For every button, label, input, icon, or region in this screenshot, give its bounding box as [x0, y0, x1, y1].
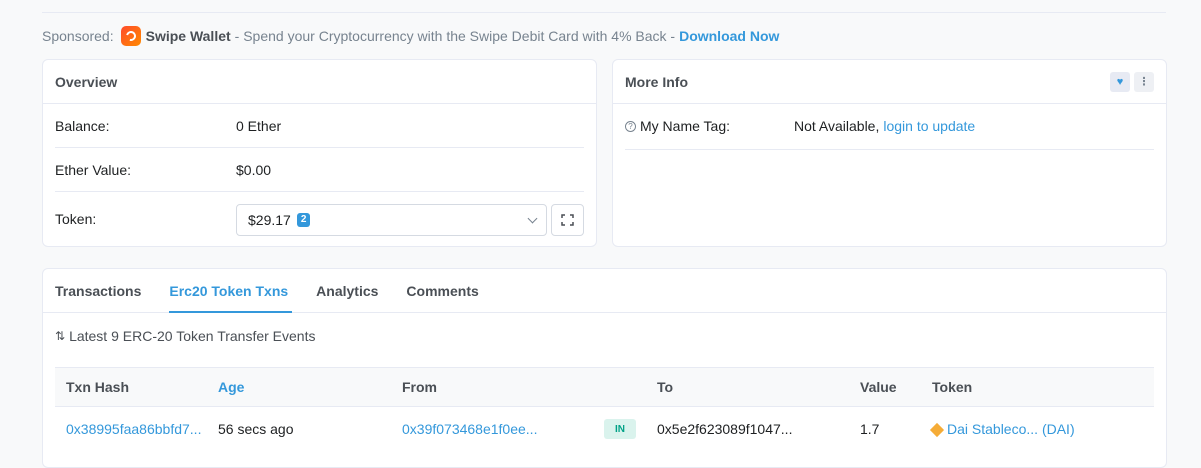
- more-info-header: More Info ♥ ⋮: [613, 60, 1166, 104]
- expand-button[interactable]: [551, 204, 584, 236]
- token-value: $29.17: [248, 212, 291, 228]
- ether-value-row: Ether Value: $0.00: [55, 162, 584, 178]
- balance-value: 0 Ether: [236, 118, 282, 134]
- token-link[interactable]: Dai Stableco... (DAI): [929, 421, 1075, 438]
- divider: [625, 149, 1154, 150]
- tab-analytics[interactable]: Analytics: [304, 269, 394, 312]
- divider: [55, 191, 584, 192]
- col-from: From: [402, 379, 437, 395]
- sponsored-label: Sponsored:: [42, 28, 114, 44]
- overview-card: Overview Balance: 0 Ether Ether Value: $…: [42, 59, 597, 247]
- balance-row: Balance: 0 Ether: [55, 118, 584, 134]
- login-to-update-link[interactable]: login to update: [883, 118, 975, 134]
- age-cell: 56 secs ago: [218, 421, 294, 437]
- from-address-link[interactable]: 0x39f073468e1f0ee...: [402, 421, 537, 437]
- events-summary: ⇅ Latest 9 ERC-20 Token Transfer Events: [55, 328, 315, 344]
- events-text: Latest 9 ERC-20 Token Transfer Events: [69, 328, 316, 344]
- col-txn-hash: Txn Hash: [66, 379, 130, 395]
- sponsor-brand[interactable]: Swipe Wallet: [146, 28, 231, 44]
- direction-badge: IN: [604, 419, 636, 439]
- ether-value: $0.00: [236, 162, 272, 178]
- transactions-card: Transactions Erc20 Token Txns Analytics …: [42, 268, 1167, 468]
- token-name: Dai Stableco... (DAI): [947, 421, 1075, 437]
- heart-icon[interactable]: ♥: [1110, 71, 1130, 92]
- swipe-logo-icon: [120, 26, 141, 46]
- col-to: To: [657, 379, 674, 395]
- more-options-icon[interactable]: ⋮: [1134, 71, 1154, 92]
- balance-label: Balance:: [55, 118, 110, 134]
- table-row: 0x38995faa86bbfd7... 56 secs ago 0x39f07…: [55, 407, 1154, 447]
- col-value: Value: [860, 379, 897, 395]
- col-age[interactable]: Age: [218, 379, 244, 395]
- token-count-badge: 2: [296, 213, 311, 227]
- tab-erc20-token-txns[interactable]: Erc20 Token Txns: [157, 269, 304, 313]
- sponsored-banner: Sponsored: Swipe Wallet - Spend your Cry…: [42, 26, 779, 46]
- tab-comments[interactable]: Comments: [394, 269, 494, 312]
- table-header: Txn Hash Age From To Value Token: [55, 367, 1154, 407]
- name-tag-label: My Name Tag:: [640, 118, 730, 134]
- dai-token-icon: [929, 422, 945, 438]
- ether-value-label: Ether Value:: [55, 162, 132, 178]
- overview-title: Overview: [43, 60, 596, 104]
- sponsor-text: - Spend your Cryptocurrency with the Swi…: [234, 28, 676, 44]
- value-cell: 1.7: [860, 421, 880, 437]
- download-now-link[interactable]: Download Now: [679, 28, 779, 44]
- top-divider: [42, 12, 1166, 13]
- to-address: 0x5e2f623089f1047...: [657, 421, 793, 437]
- more-info-title: More Info: [625, 73, 688, 90]
- tab-bar: Transactions Erc20 Token Txns Analytics …: [43, 269, 1166, 313]
- tab-transactions[interactable]: Transactions: [43, 269, 157, 312]
- name-tag-row: ? My Name Tag: Not Available, login to u…: [625, 118, 1154, 134]
- token-label: Token:: [55, 211, 97, 227]
- col-token: Token: [932, 379, 973, 395]
- divider: [55, 147, 584, 148]
- help-icon[interactable]: ?: [625, 120, 636, 132]
- chevron-down-icon: [527, 213, 538, 224]
- name-tag-value: Not Available,: [794, 118, 880, 134]
- expand-icon: [561, 214, 574, 226]
- more-info-card: More Info ♥ ⋮ ? My Name Tag: Not Availab…: [612, 59, 1167, 247]
- sort-icon: ⇅: [55, 329, 66, 343]
- txn-hash-link[interactable]: 0x38995faa86bbfd7...: [66, 421, 201, 437]
- token-dropdown[interactable]: $29.17 2: [236, 204, 547, 236]
